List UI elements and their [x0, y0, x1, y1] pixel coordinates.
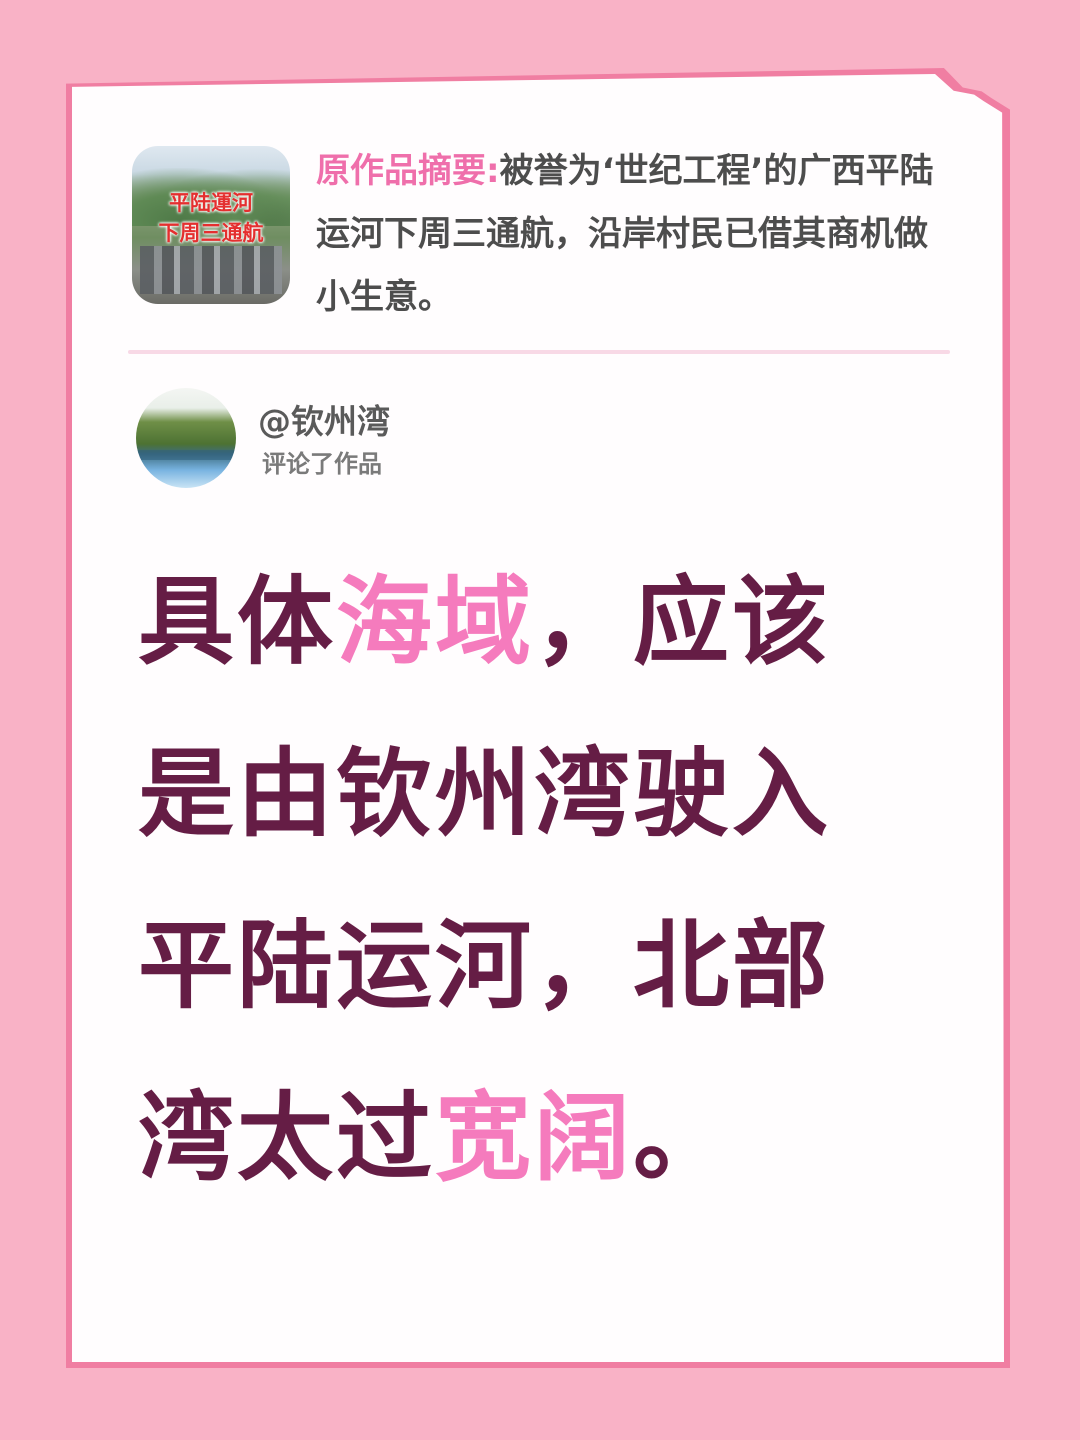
- comment-line-3: 平陆运河，北部: [138, 880, 958, 1052]
- comment-highlight: 宽阔: [435, 1082, 633, 1194]
- comment-text: ，应该: [534, 566, 831, 678]
- thumbnail-canal-locks: [140, 246, 282, 294]
- comment-text: 。: [633, 1082, 732, 1194]
- comment-text: 是由钦州湾驶入: [138, 738, 831, 850]
- thumbnail-caption-line1: 平陆運河: [169, 191, 253, 215]
- avatar-water-reflection: [136, 450, 236, 460]
- commenter-name[interactable]: @钦州湾: [258, 400, 390, 444]
- divider: [128, 350, 950, 354]
- comment-highlight: 海域: [336, 566, 534, 678]
- summary-label: 原作品摘要:: [316, 151, 500, 191]
- avatar[interactable]: [136, 388, 236, 488]
- comment-text: 具体: [138, 566, 336, 678]
- thumbnail-caption-line2: 下周三通航: [158, 221, 264, 245]
- comment-text: 平陆运河，北部: [138, 910, 831, 1022]
- comment-body: 具体海域，应该 是由钦州湾驶入 平陆运河，北部 湾太过宽阔。: [138, 536, 958, 1224]
- comment-line-1: 具体海域，应该: [138, 536, 958, 708]
- original-post-summary: 原作品摘要:被誉为‘世纪工程’的广西平陆运河下周三通航，沿岸村民已借其商机做小生…: [316, 140, 956, 329]
- comment-text: 湾太过: [138, 1082, 435, 1194]
- comment-line-4: 湾太过宽阔。: [138, 1052, 958, 1224]
- comment-line-2: 是由钦州湾驶入: [138, 708, 958, 880]
- commenter-action: 评论了作品: [262, 450, 382, 478]
- original-post-thumbnail[interactable]: 平陆運河 下周三通航: [132, 146, 290, 304]
